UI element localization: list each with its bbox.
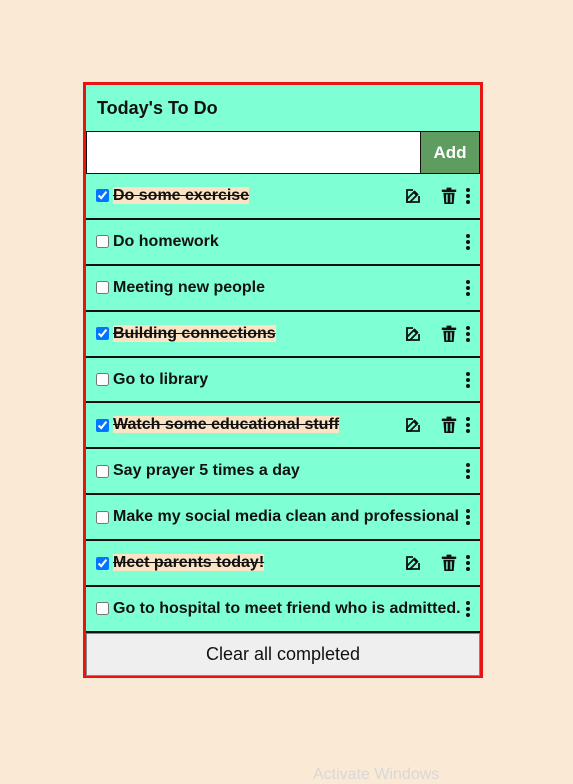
- task-item: Watch some educational stuff: [86, 403, 480, 450]
- task-item: Make my social media clean and professio…: [86, 495, 480, 542]
- task-checkbox[interactable]: [96, 189, 109, 203]
- kebab-menu-icon[interactable]: [462, 598, 474, 620]
- trash-icon[interactable]: [438, 414, 460, 436]
- task-label: Say prayer 5 times a day: [113, 462, 300, 480]
- task-text-wrap: Say prayer 5 times a day: [113, 462, 460, 480]
- task-actions: [460, 231, 474, 253]
- task-item: Building connections: [86, 311, 480, 358]
- kebab-menu-icon[interactable]: [462, 552, 474, 574]
- task-checkbox[interactable]: [96, 327, 109, 341]
- task-text-wrap: Meet parents today!: [113, 554, 388, 572]
- kebab-menu-icon[interactable]: [462, 414, 474, 436]
- task-text-wrap: Watch some educational stuff: [113, 416, 388, 434]
- task-actions: [460, 277, 474, 299]
- kebab-menu-icon[interactable]: [462, 369, 474, 391]
- task-actions: [460, 506, 474, 528]
- task-label: Make my social media clean and professio…: [113, 508, 459, 526]
- task-item: Go to hospital to meet friend who is adm…: [86, 587, 480, 633]
- task-text-wrap: Go to library: [113, 371, 460, 389]
- task-item: Meet parents today!: [86, 541, 480, 588]
- task-checkbox[interactable]: [96, 602, 109, 616]
- add-button[interactable]: Add: [421, 132, 479, 173]
- task-checkbox[interactable]: [96, 464, 109, 478]
- task-actions: [460, 460, 474, 482]
- task-checkbox[interactable]: [96, 281, 109, 295]
- todo-app: Today's To Do Add Do some exercise Do hom…: [83, 82, 483, 678]
- activate-windows-watermark: Activate Windows: [313, 766, 440, 783]
- trash-icon[interactable]: [438, 323, 460, 345]
- task-text-wrap: Do some exercise: [113, 186, 388, 205]
- task-actions: [388, 552, 474, 574]
- task-item: Go to library: [86, 357, 480, 404]
- task-checkbox[interactable]: [96, 510, 109, 524]
- clear-completed-button[interactable]: Clear all completed: [86, 632, 480, 676]
- kebab-menu-icon[interactable]: [462, 460, 474, 482]
- task-label: Do homework: [113, 232, 219, 250]
- task-list: Do some exercise Do homework Meeting new p…: [86, 174, 480, 633]
- edit-icon[interactable]: [402, 414, 424, 436]
- task-label: Building connections: [113, 324, 276, 342]
- task-item: Meeting new people: [86, 265, 480, 312]
- trash-icon[interactable]: [438, 552, 460, 574]
- task-label: Go to library: [113, 370, 209, 388]
- task-text-wrap: Do homework: [113, 233, 460, 251]
- edit-icon[interactable]: [402, 323, 424, 345]
- new-task-row: Add: [86, 131, 480, 174]
- kebab-menu-icon[interactable]: [462, 231, 474, 253]
- task-text-wrap: Building connections: [113, 324, 388, 343]
- task-item: Say prayer 5 times a day: [86, 449, 480, 496]
- trash-icon[interactable]: [438, 185, 460, 207]
- task-actions: [460, 369, 474, 391]
- task-actions: [388, 414, 474, 436]
- task-text-wrap: Meeting new people: [113, 279, 460, 297]
- kebab-menu-icon[interactable]: [462, 323, 474, 345]
- kebab-menu-icon[interactable]: [462, 185, 474, 207]
- task-checkbox[interactable]: [96, 235, 109, 249]
- task-text-wrap: Make my social media clean and professio…: [113, 508, 460, 526]
- task-label: Go to hospital to meet friend who is adm…: [113, 599, 460, 617]
- task-item: Do homework: [86, 219, 480, 266]
- task-label: Watch some educational stuff: [113, 416, 340, 434]
- task-actions: [460, 598, 474, 620]
- edit-icon[interactable]: [402, 185, 424, 207]
- new-task-input[interactable]: [87, 132, 421, 173]
- task-actions: [388, 185, 474, 207]
- app-title: Today's To Do: [97, 97, 218, 118]
- task-label: Do some exercise: [113, 186, 250, 204]
- task-label: Meeting new people: [113, 278, 266, 296]
- task-label: Meet parents today!: [113, 554, 265, 572]
- task-checkbox[interactable]: [96, 556, 109, 570]
- task-item: Do some exercise: [86, 174, 480, 220]
- edit-icon[interactable]: [402, 552, 424, 574]
- task-checkbox[interactable]: [96, 418, 109, 432]
- task-actions: [388, 323, 474, 345]
- task-text-wrap: Go to hospital to meet friend who is adm…: [113, 600, 460, 618]
- kebab-menu-icon[interactable]: [462, 506, 474, 528]
- task-checkbox[interactable]: [96, 373, 109, 386]
- kebab-menu-icon[interactable]: [462, 277, 474, 299]
